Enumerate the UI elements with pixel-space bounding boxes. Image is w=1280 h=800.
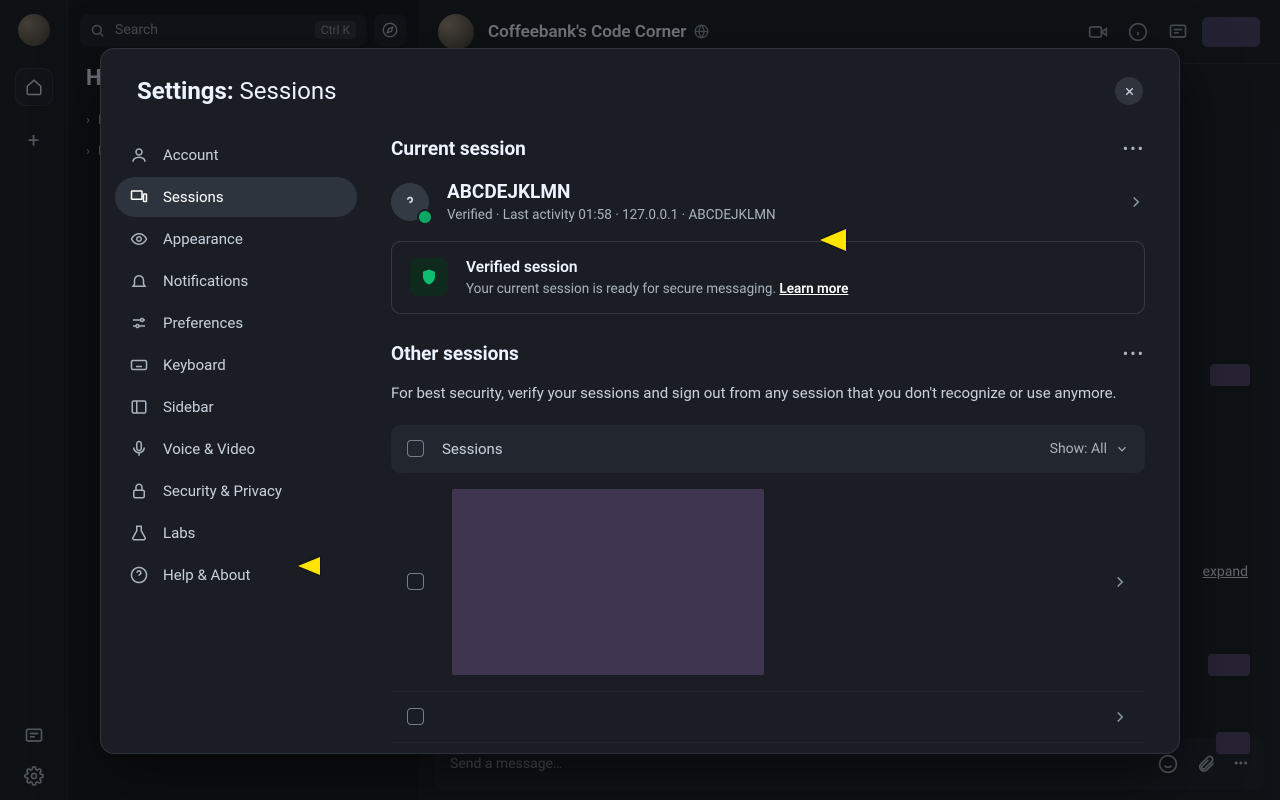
filter-label: Sessions bbox=[442, 440, 503, 458]
session-checkbox[interactable] bbox=[407, 573, 424, 590]
other-sessions-heading: Other sessions bbox=[391, 342, 519, 365]
dialog-title: Settings: Sessions bbox=[137, 77, 336, 105]
verified-badge-icon bbox=[417, 209, 433, 225]
shield-icon bbox=[410, 258, 448, 296]
annotation-arrow bbox=[298, 557, 320, 575]
current-session-menu[interactable]: ••• bbox=[1123, 139, 1145, 158]
nav-notifications[interactable]: Notifications bbox=[115, 261, 357, 301]
show-filter[interactable]: Show: All bbox=[1050, 441, 1129, 457]
chevron-right-icon[interactable] bbox=[1127, 193, 1145, 211]
lock-icon bbox=[129, 481, 149, 501]
bell-icon bbox=[129, 271, 149, 291]
help-icon bbox=[129, 565, 149, 585]
nav-account[interactable]: Account bbox=[115, 135, 357, 175]
chevron-right-icon[interactable] bbox=[1111, 708, 1129, 726]
nav-help[interactable]: Help & About bbox=[115, 555, 357, 595]
current-session-heading: Current session bbox=[391, 137, 526, 160]
other-session-row[interactable] bbox=[391, 742, 1145, 753]
info-title: Verified session bbox=[466, 258, 848, 276]
sessions-filter-bar: Sessions Show: All bbox=[391, 425, 1145, 473]
mic-icon bbox=[129, 439, 149, 459]
other-sessions-menu[interactable]: ••• bbox=[1123, 344, 1145, 363]
session-device-icon bbox=[391, 183, 429, 221]
settings-content: Current session ••• ABCDEJKLMN Verified … bbox=[371, 123, 1179, 753]
other-session-row[interactable] bbox=[391, 691, 1145, 742]
info-desc: Your current session is ready for secure… bbox=[466, 281, 848, 297]
other-sessions-desc: For best security, verify your sessions … bbox=[391, 383, 1145, 405]
nav-sessions[interactable]: Sessions bbox=[115, 177, 357, 217]
nav-sidebar[interactable]: Sidebar bbox=[115, 387, 357, 427]
nav-appearance[interactable]: Appearance bbox=[115, 219, 357, 259]
question-icon bbox=[401, 193, 419, 211]
session-checkbox[interactable] bbox=[407, 708, 424, 725]
nav-security[interactable]: Security & Privacy bbox=[115, 471, 357, 511]
account-icon bbox=[129, 145, 149, 165]
session-meta: Verified · Last activity 01:58 · 127.0.0… bbox=[447, 207, 1109, 223]
close-button[interactable] bbox=[1115, 77, 1143, 105]
select-all-checkbox[interactable] bbox=[407, 440, 424, 457]
session-name: ABCDEJKLMN bbox=[447, 180, 1109, 203]
eye-icon bbox=[129, 229, 149, 249]
nav-keyboard[interactable]: Keyboard bbox=[115, 345, 357, 385]
verified-info-box: Verified session Your current session is… bbox=[391, 241, 1145, 314]
chevron-right-icon[interactable] bbox=[1111, 573, 1129, 591]
learn-more-link[interactable]: Learn more bbox=[779, 281, 848, 297]
settings-dialog: Settings: Sessions Account Sessions Appe… bbox=[100, 48, 1180, 754]
nav-labs[interactable]: Labs bbox=[115, 513, 357, 553]
settings-nav: Account Sessions Appearance Notification… bbox=[101, 123, 371, 753]
redacted-session-details bbox=[452, 489, 764, 675]
other-session-row[interactable] bbox=[391, 473, 1145, 691]
labs-icon bbox=[129, 523, 149, 543]
annotation-arrow bbox=[820, 229, 846, 251]
close-icon bbox=[1123, 85, 1136, 98]
devices-icon bbox=[129, 187, 149, 207]
keyboard-icon bbox=[129, 355, 149, 375]
sidebar-icon bbox=[129, 397, 149, 417]
nav-voice[interactable]: Voice & Video bbox=[115, 429, 357, 469]
chevron-down-icon bbox=[1115, 442, 1129, 456]
current-session-row[interactable]: ABCDEJKLMN Verified · Last activity 01:5… bbox=[391, 178, 1145, 241]
sliders-icon bbox=[129, 313, 149, 333]
nav-preferences[interactable]: Preferences bbox=[115, 303, 357, 343]
